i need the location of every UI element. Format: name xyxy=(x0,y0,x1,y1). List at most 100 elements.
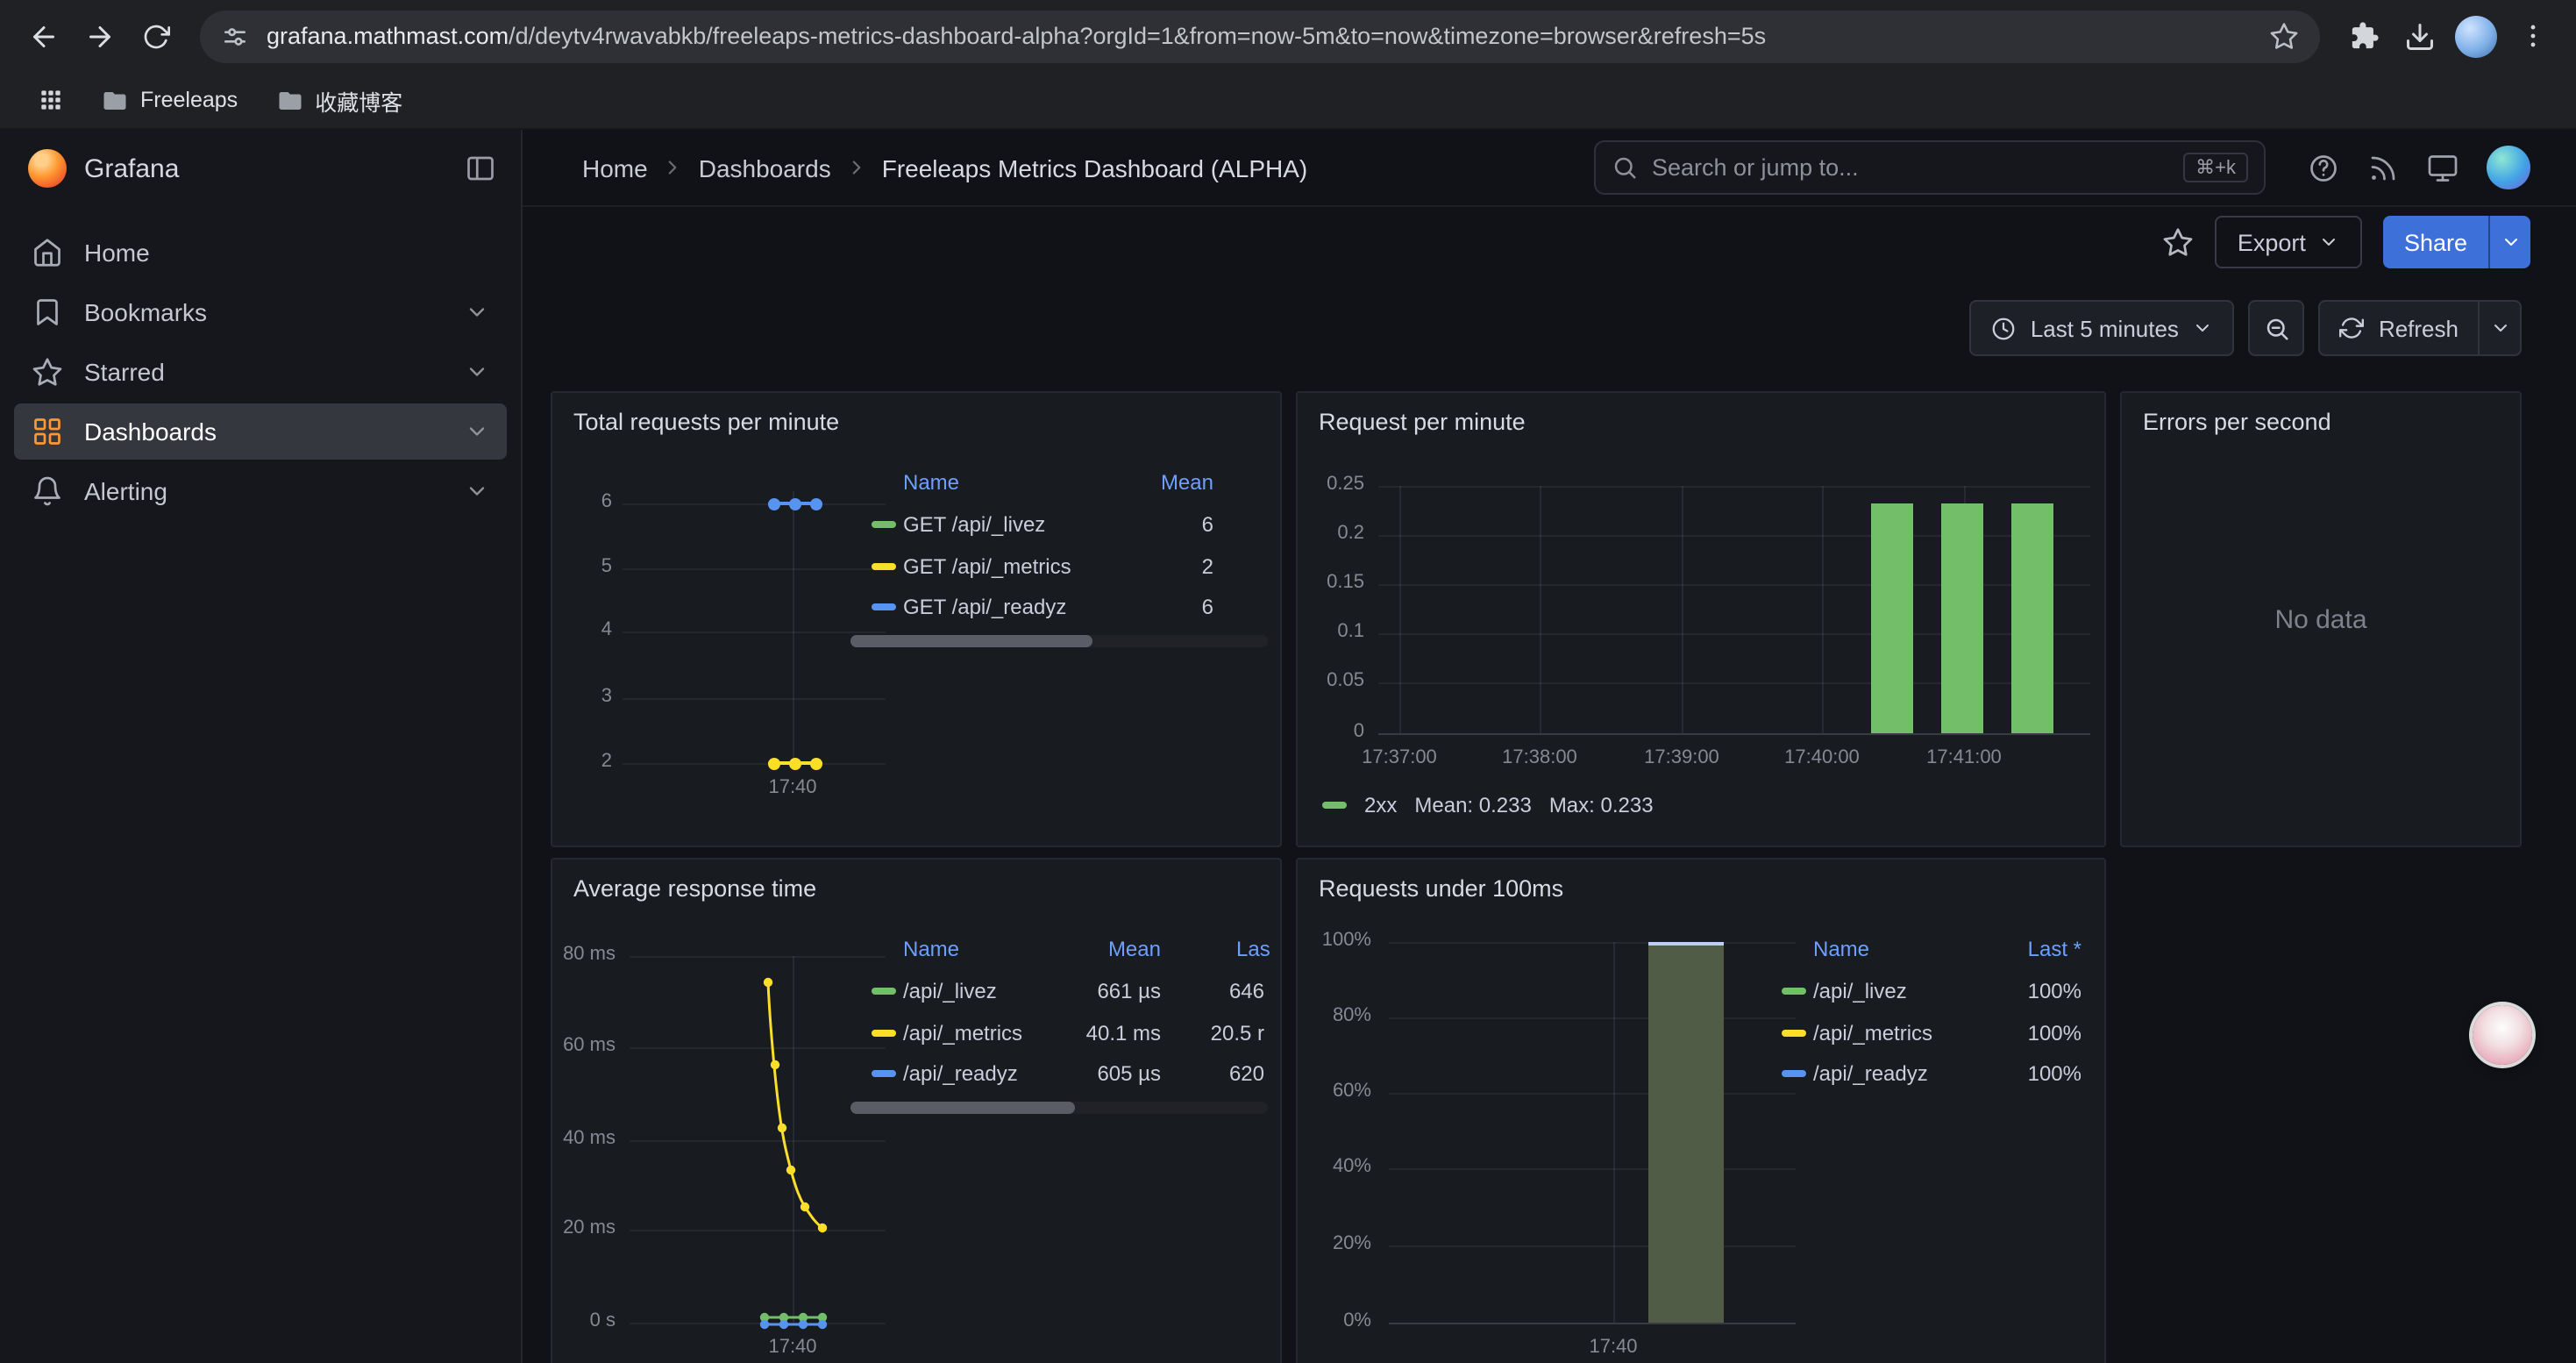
sidebar-item-home[interactable]: Home xyxy=(14,225,507,281)
legend-header-mean[interactable]: Mean xyxy=(1078,470,1213,495)
data-point xyxy=(768,758,780,770)
help-icon[interactable] xyxy=(2308,152,2339,183)
legend-header-name[interactable]: Name xyxy=(903,937,959,961)
series-last: 100% xyxy=(1968,1061,2081,1086)
bookmarks-bar: Freeleaps 收藏博客 xyxy=(0,72,2576,130)
series-name[interactable]: /api/_metrics xyxy=(1813,1021,1932,1045)
legend-header-last[interactable]: Las xyxy=(1236,937,1270,961)
site-settings-icon[interactable] xyxy=(221,22,249,50)
refresh-button[interactable]: Refresh xyxy=(2321,302,2478,354)
gridline xyxy=(1378,535,2090,537)
y-tick: 60 ms xyxy=(556,1035,616,1056)
chevron-down-icon[interactable] xyxy=(465,300,489,325)
dashboard-canvas: Last 5 minutes Refresh xyxy=(523,277,2576,1363)
panel-title[interactable]: Total requests per minute xyxy=(573,409,839,435)
y-tick: 40% xyxy=(1308,1156,1371,1177)
chevron-right-icon xyxy=(845,156,868,179)
gridline xyxy=(1389,1168,1796,1170)
user-avatar[interactable] xyxy=(2487,146,2530,189)
dock-sidebar-icon xyxy=(465,153,496,184)
y-tick: 0.2 xyxy=(1308,523,1364,544)
sidebar-item-alerting[interactable]: Alerting xyxy=(14,463,507,519)
series-mean: 661 µs xyxy=(991,979,1161,1003)
sidebar-item-starred[interactable]: Starred xyxy=(14,344,507,400)
refresh-interval-button[interactable] xyxy=(2478,302,2520,354)
bookmark-folder-freeleaps[interactable]: Freeleaps xyxy=(88,80,252,120)
browser-profile-avatar[interactable] xyxy=(2450,10,2502,62)
chevron-down-icon[interactable] xyxy=(465,479,489,503)
series-name[interactable]: /api/_readyz xyxy=(1813,1061,1928,1086)
series-name[interactable]: /api/_livez xyxy=(903,979,997,1003)
grafana-logo-icon[interactable] xyxy=(28,149,67,188)
time-range-button[interactable]: Last 5 minutes xyxy=(1969,300,2235,356)
brand-name: Grafana xyxy=(84,153,179,183)
series-name[interactable]: GET /api/_metrics xyxy=(903,554,1071,579)
reload-button[interactable] xyxy=(130,10,182,62)
legend-header-name[interactable]: Name xyxy=(903,470,959,495)
breadcrumb-dashboards[interactable]: Dashboards xyxy=(699,153,831,182)
bookmark-star-icon[interactable] xyxy=(2269,21,2299,51)
legend-scrollbar[interactable] xyxy=(850,1102,1268,1114)
series-name[interactable]: /api/_livez xyxy=(1813,979,1907,1003)
browser-menu-button[interactable] xyxy=(2506,10,2558,62)
bookmark-folder-blogs[interactable]: 收藏博客 xyxy=(262,76,416,124)
y-tick: 20 ms xyxy=(556,1217,616,1238)
chevron-down-icon[interactable] xyxy=(465,419,489,444)
series-last: 100% xyxy=(1968,1021,2081,1045)
search-bar[interactable]: ⌘+k xyxy=(1594,140,2266,195)
favorite-star-icon[interactable] xyxy=(2162,226,2194,258)
panel-title[interactable]: Request per minute xyxy=(1319,409,1526,435)
series-name[interactable]: GET /api/_readyz xyxy=(903,595,1066,619)
back-button[interactable] xyxy=(18,10,70,62)
dock-sidebar-button[interactable] xyxy=(465,153,496,184)
legend-header-name[interactable]: Name xyxy=(1813,937,1869,961)
y-tick: 0% xyxy=(1308,1310,1371,1331)
downloads-button[interactable] xyxy=(2394,10,2446,62)
back-arrow-icon xyxy=(28,20,60,52)
series-name[interactable]: 2xx xyxy=(1364,793,1397,817)
x-tick: 17:40 xyxy=(754,1337,831,1358)
breadcrumb-home[interactable]: Home xyxy=(582,153,648,182)
kebab-menu-icon xyxy=(2517,21,2547,51)
search-input[interactable] xyxy=(1652,154,2169,181)
panel-title[interactable]: Average response time xyxy=(573,875,816,902)
apps-grid-button[interactable] xyxy=(25,74,77,126)
scrollbar-thumb[interactable] xyxy=(850,1102,1075,1114)
forward-button[interactable] xyxy=(74,10,126,62)
grafana-workspace: Grafana Home Bookmarks Starred xyxy=(0,130,2576,1363)
sidebar-item-bookmarks[interactable]: Bookmarks xyxy=(14,284,507,340)
extensions-button[interactable] xyxy=(2338,10,2390,62)
y-tick: 0 xyxy=(1308,721,1364,742)
zoom-out-button[interactable] xyxy=(2249,300,2305,356)
news-rss-icon[interactable] xyxy=(2367,152,2399,183)
folder-icon xyxy=(102,87,128,113)
sidebar-item-dashboards[interactable]: Dashboards xyxy=(14,403,507,460)
y-tick: 6 xyxy=(566,491,612,512)
breadcrumb-current: Freeleaps Metrics Dashboard (ALPHA) xyxy=(882,153,1308,182)
series-name[interactable]: GET /api/_livez xyxy=(903,512,1045,537)
scrollbar-thumb[interactable] xyxy=(850,635,1092,647)
chevron-down-icon[interactable] xyxy=(465,360,489,384)
legend-row[interactable]: 2xx Mean: 0.233 Max: 0.233 xyxy=(1322,793,1654,817)
refresh-icon xyxy=(2340,316,2365,340)
export-button[interactable]: Export xyxy=(2215,216,2362,268)
gridline xyxy=(623,568,886,570)
data-point xyxy=(810,758,822,770)
share-button[interactable]: Share xyxy=(2383,216,2488,268)
legend-header-last[interactable]: Last * xyxy=(1968,937,2081,961)
legend-scrollbar[interactable] xyxy=(850,635,1268,647)
chevron-down-icon xyxy=(2318,232,2339,253)
share-menu-button[interactable] xyxy=(2488,216,2530,268)
gridline xyxy=(1389,1245,1796,1247)
y-tick: 3 xyxy=(566,686,612,707)
legend-header-mean[interactable]: Mean xyxy=(1008,937,1161,961)
address-bar[interactable]: grafana.mathmast.com/d/deytv4rwavabkb/fr… xyxy=(200,10,2320,62)
sidebar-item-label: Dashboards xyxy=(84,417,217,446)
x-tick: 17:40:00 xyxy=(1769,747,1875,768)
panel-title[interactable]: Requests under 100ms xyxy=(1319,875,1563,902)
url-text[interactable]: grafana.mathmast.com/d/deytv4rwavabkb/fr… xyxy=(267,23,2252,49)
refresh-label: Refresh xyxy=(2379,315,2459,341)
monitor-icon[interactable] xyxy=(2427,152,2459,183)
x-tick: 17:38:00 xyxy=(1487,747,1592,768)
floating-avatar[interactable] xyxy=(2473,1005,2532,1065)
